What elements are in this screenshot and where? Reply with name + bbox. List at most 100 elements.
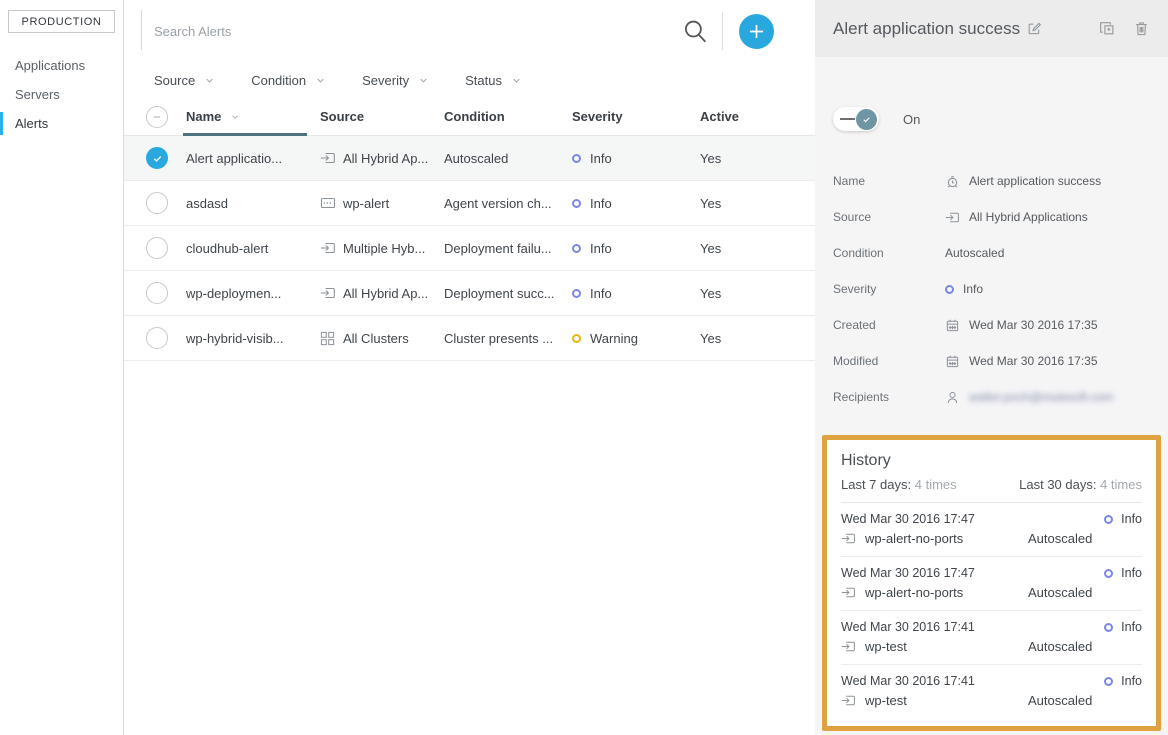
sidebar-item-alerts[interactable]: Alerts (0, 109, 123, 138)
table-row[interactable]: wp-deploymen... All Hybrid Ap... Deploym… (124, 271, 815, 316)
last-30-days-value: 4 times (1100, 477, 1142, 492)
history-severity: Info (1121, 512, 1142, 526)
filter-source[interactable]: Source (154, 73, 215, 88)
history-app: wp-test (865, 639, 907, 654)
history-entry: Wed Mar 30 2016 17:41 Info wp-test Autos… (841, 611, 1142, 665)
alert-source: wp-alert (343, 196, 389, 211)
sidebar: PRODUCTION Applications Servers Alerts (0, 0, 124, 735)
sidebar-item-applications[interactable]: Applications (0, 51, 123, 80)
trash-icon[interactable] (1133, 20, 1150, 37)
hybrid-app-icon (945, 210, 960, 225)
edit-icon[interactable] (1027, 21, 1042, 36)
severity-info-icon (572, 154, 581, 163)
column-header-severity[interactable]: Severity (572, 109, 700, 124)
toolbar-divider (722, 12, 723, 50)
history-app: wp-test (865, 693, 907, 708)
field-value-text: Wed Mar 30 2016 17:35 (969, 354, 1098, 368)
history-entry: Wed Mar 30 2016 17:47 Info wp-alert-no-p… (841, 503, 1142, 557)
add-alert-button[interactable] (739, 14, 774, 49)
field-created: Created Wed Mar 30 2016 17:35 (833, 307, 1150, 343)
severity-info-icon (572, 199, 581, 208)
column-header-source[interactable]: Source (320, 109, 444, 124)
row-checkbox[interactable] (146, 147, 168, 169)
alarm-bell-icon (945, 174, 960, 189)
row-checkbox[interactable] (146, 237, 168, 259)
row-checkbox[interactable] (146, 282, 168, 304)
detail-fields: Name Alert application success Source Al… (833, 163, 1150, 415)
history-severity: Info (1121, 674, 1142, 688)
column-header-active[interactable]: Active (700, 109, 815, 124)
sort-chevron-icon (230, 112, 240, 122)
alert-name: cloudhub-alert (186, 241, 268, 256)
alert-name: wp-hybrid-visib... (186, 331, 284, 346)
severity-warning-icon (572, 334, 581, 343)
history-app: wp-alert-no-ports (865, 585, 963, 600)
application-icon (320, 195, 336, 211)
field-condition: Condition Autoscaled (833, 235, 1150, 271)
field-value-text: Autoscaled (945, 246, 1004, 260)
hybrid-app-icon (841, 639, 857, 654)
history-severity: Info (1121, 620, 1142, 634)
row-checkbox[interactable] (146, 192, 168, 214)
table-row[interactable]: asdasd wp-alert Agent version ch... Info… (124, 181, 815, 226)
person-icon (945, 390, 960, 405)
alert-active: Yes (700, 196, 721, 211)
chevron-down-icon (511, 75, 522, 86)
severity-info-icon (572, 244, 581, 253)
alert-active: Yes (700, 331, 721, 346)
recipient-email: walter.poch@mulesoft.com (969, 390, 1113, 404)
check-icon (151, 152, 164, 165)
hybrid-app-icon (320, 285, 336, 301)
severity-info-icon (1104, 623, 1113, 632)
history-severity: Info (1121, 566, 1142, 580)
select-all-checkbox[interactable] (146, 106, 168, 128)
last-30-days-label: Last 30 days: (1019, 477, 1096, 492)
history-entry: Wed Mar 30 2016 17:41 Info wp-test Autos… (841, 665, 1142, 718)
history-date: Wed Mar 30 2016 17:41 (841, 620, 1104, 634)
table-row[interactable]: Alert applicatio... All Hybrid Ap... Aut… (124, 136, 815, 181)
history-condition: Autoscaled (1028, 639, 1142, 654)
table-row[interactable]: cloudhub-alert Multiple Hyb... Deploymen… (124, 226, 815, 271)
field-value-text: Alert application success (969, 174, 1101, 188)
field-value-text: Info (963, 282, 983, 296)
alert-source: All Hybrid Ap... (343, 151, 428, 166)
alert-source: Multiple Hyb... (343, 241, 425, 256)
alert-active: Yes (700, 241, 721, 256)
row-checkbox[interactable] (146, 327, 168, 349)
sidebar-item-servers[interactable]: Servers (0, 80, 123, 109)
alert-severity: Info (590, 196, 612, 211)
column-header-condition[interactable]: Condition (444, 109, 572, 124)
minus-icon (150, 110, 164, 124)
hybrid-app-icon (320, 240, 336, 256)
severity-info-icon (1104, 515, 1113, 524)
toolbar-divider (141, 10, 142, 50)
table-row[interactable]: wp-hybrid-visib... All Clusters Cluster … (124, 316, 815, 361)
chevron-down-icon (418, 75, 429, 86)
alert-severity: Warning (590, 331, 638, 346)
detail-header: Alert application success (815, 0, 1168, 57)
alert-condition: Agent version ch... (444, 196, 552, 211)
environment-selector[interactable]: PRODUCTION (8, 10, 115, 33)
filter-severity[interactable]: Severity (362, 73, 429, 88)
alert-enabled-toggle[interactable] (833, 107, 879, 131)
alert-name: wp-deploymen... (186, 286, 281, 301)
check-icon (856, 109, 877, 130)
filter-status[interactable]: Status (465, 73, 522, 88)
field-value-text: Wed Mar 30 2016 17:35 (969, 318, 1098, 332)
column-header-name[interactable]: Name (186, 98, 320, 135)
alert-active: Yes (700, 286, 721, 301)
sidebar-nav: Applications Servers Alerts (0, 51, 123, 138)
field-name: Name Alert application success (833, 163, 1150, 199)
filter-label: Condition (251, 73, 306, 88)
search-input[interactable] (154, 24, 674, 39)
enabled-toggle-row: On (833, 107, 1150, 131)
alert-source: All Hybrid Ap... (343, 286, 428, 301)
filter-label: Severity (362, 73, 409, 88)
search-icon[interactable] (682, 18, 708, 44)
alert-detail-panel: Alert application success On Name Alert (815, 0, 1168, 735)
hybrid-app-icon (320, 150, 336, 166)
history-summary: Last 7 days: 4 times Last 30 days: 4 tim… (841, 470, 1142, 503)
duplicate-icon[interactable] (1098, 20, 1115, 37)
filter-condition[interactable]: Condition (251, 73, 326, 88)
alert-condition: Cluster presents ... (444, 331, 553, 346)
